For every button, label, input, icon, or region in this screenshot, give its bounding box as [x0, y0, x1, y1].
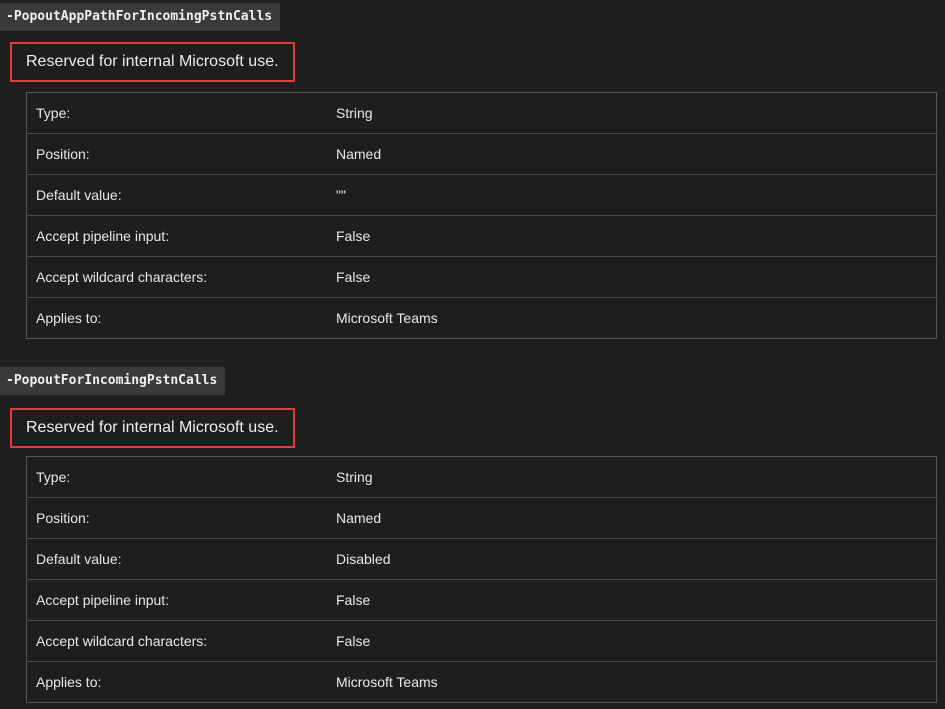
table-row: Position: Named	[26, 133, 937, 175]
table-row: Default value: Disabled	[26, 538, 937, 580]
property-value: False	[336, 592, 371, 608]
table-row: Accept pipeline input: False	[26, 579, 937, 621]
property-value: String	[336, 105, 373, 121]
property-label: Type:	[36, 105, 71, 121]
property-label: Position:	[36, 146, 90, 162]
property-label: Accept wildcard characters:	[36, 269, 208, 285]
property-label: Type:	[36, 469, 71, 485]
property-value: False	[336, 269, 371, 285]
table-row: Position: Named	[26, 497, 937, 539]
parameter-properties-table: Type: String Position: Named Default val…	[26, 456, 937, 703]
property-value: Named	[336, 146, 382, 162]
property-label: Default value:	[36, 187, 122, 203]
property-value: False	[336, 228, 371, 244]
reserved-note: Reserved for internal Microsoft use.	[10, 408, 295, 448]
property-label: Position:	[36, 510, 90, 526]
property-label: Applies to:	[36, 310, 102, 326]
parameter-name: -PopoutAppPathForIncomingPstnCalls	[0, 3, 281, 31]
table-row: Applies to: Microsoft Teams	[26, 661, 937, 703]
property-label: Accept pipeline input:	[36, 592, 170, 608]
table-row: Type: String	[27, 93, 937, 134]
property-label: Accept pipeline input:	[36, 228, 170, 244]
property-value: Microsoft Teams	[336, 674, 438, 690]
property-value: Microsoft Teams	[336, 310, 438, 326]
table-row: Applies to: Microsoft Teams	[26, 297, 937, 339]
property-value: ""	[336, 187, 346, 203]
property-label: Accept wildcard characters:	[36, 633, 208, 649]
property-value: String	[336, 469, 373, 485]
parameter-name: -PopoutForIncomingPstnCalls	[0, 367, 226, 395]
property-value: Disabled	[336, 551, 391, 567]
property-label: Default value:	[36, 551, 122, 567]
property-label: Applies to:	[36, 674, 102, 690]
property-value: Named	[336, 510, 382, 526]
table-row: Accept wildcard characters: False	[26, 620, 937, 662]
table-row: Type: String	[27, 457, 937, 498]
parameter-properties-table: Type: String Position: Named Default val…	[26, 92, 937, 339]
reserved-note: Reserved for internal Microsoft use.	[10, 42, 295, 82]
table-row: Default value: ""	[26, 174, 937, 216]
table-row: Accept pipeline input: False	[26, 215, 937, 257]
table-row: Accept wildcard characters: False	[26, 256, 937, 298]
property-value: False	[336, 633, 371, 649]
